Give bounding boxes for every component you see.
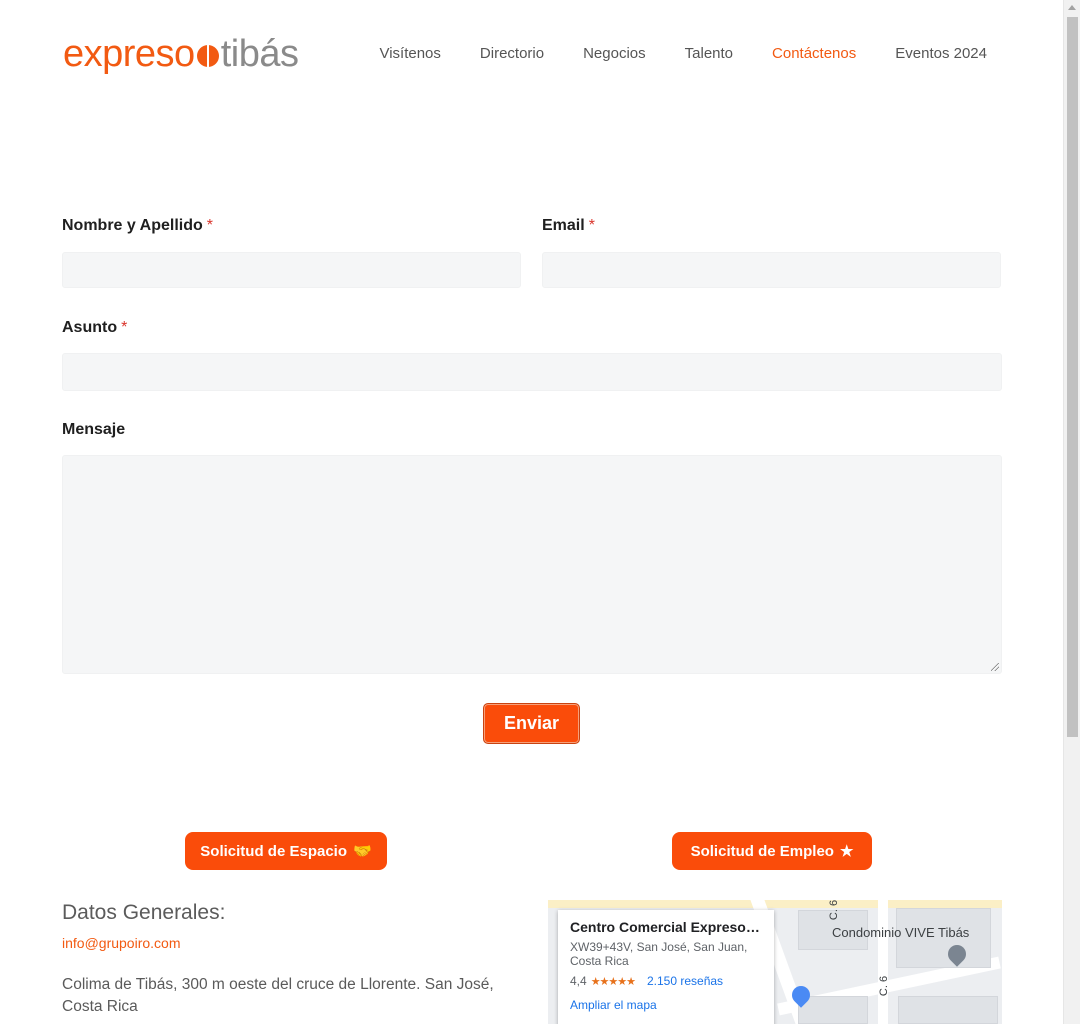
map-area	[548, 900, 1002, 908]
vertical-scrollbar[interactable]	[1063, 0, 1080, 1024]
message-label: Mensaje	[62, 421, 125, 439]
general-data-heading: Datos Generales:	[62, 901, 226, 924]
name-label: Nombre y Apellido *	[62, 217, 213, 235]
logo-mark-icon	[196, 45, 219, 67]
email-label: Email *	[542, 217, 595, 235]
space-request-label: Solicitud de Espacio	[200, 842, 347, 860]
nav-item-directorio[interactable]: Directorio	[480, 45, 544, 62]
nav-item-talento[interactable]: Talento	[685, 45, 733, 62]
nav-item-contactenos[interactable]: Contáctenos	[772, 45, 856, 62]
map-road	[878, 900, 888, 1024]
subject-input[interactable]	[62, 353, 1002, 391]
job-request-label: Solicitud de Empleo	[690, 842, 834, 860]
nav-item-eventos[interactable]: Eventos 2024	[895, 45, 987, 62]
nav-item-visitenos[interactable]: Visítenos	[379, 45, 440, 62]
message-textarea[interactable]	[62, 455, 1002, 674]
space-request-button[interactable]: Solicitud de Espacio 🤝	[185, 832, 387, 870]
nav-item-negocios[interactable]: Negocios	[583, 45, 646, 62]
subject-label: Asunto *	[62, 319, 127, 337]
site-logo[interactable]: expreso tibás	[63, 30, 299, 78]
handshake-icon: 🤝	[353, 843, 372, 860]
map-street-label: C. 6	[878, 975, 891, 997]
map-place-card: Centro Comercial Expreso Tib… XW39+43V, …	[558, 910, 774, 1024]
required-mark: *	[121, 319, 128, 336]
subject-label-text: Asunto	[62, 319, 118, 336]
scroll-up-arrow-icon[interactable]	[1068, 5, 1076, 10]
map-rating-value: 4,4	[570, 974, 587, 988]
submit-button[interactable]: Enviar	[483, 703, 580, 744]
star-icon: ★	[839, 843, 854, 860]
map-enlarge-link[interactable]: Ampliar el mapa	[570, 998, 762, 1012]
email-input[interactable]	[542, 252, 1001, 288]
logo-text-expreso: expreso	[63, 32, 195, 75]
map-rating-row: 4,4 ★★★★★ 2.150 reseñas	[570, 974, 762, 988]
main-nav: Visítenos Directorio Negocios Talento Co…	[340, 45, 987, 62]
page: expreso tibás Visítenos Directorio Negoc…	[0, 0, 1063, 1024]
scrollbar-thumb[interactable]	[1067, 17, 1078, 737]
map-block	[898, 996, 998, 1024]
map-place-name: Centro Comercial Expreso Tib…	[570, 919, 762, 935]
rating-stars-icon: ★★★★★	[590, 975, 636, 988]
map-label-condo: Condominio VIVE Tibás	[832, 925, 970, 940]
map-reviews-link[interactable]: 2.150 reseñas	[647, 974, 723, 988]
logo-text-tibas: tibás	[220, 32, 299, 75]
message-label-text: Mensaje	[62, 421, 126, 438]
embedded-map[interactable]: Condominio VIVE Tibás C. 6 C. 6 Centro C…	[548, 900, 1002, 1024]
contact-email-link[interactable]: info@grupoiro.com	[62, 935, 181, 951]
job-request-button[interactable]: Solicitud de Empleo ★	[672, 832, 872, 870]
name-input[interactable]	[62, 252, 521, 288]
required-mark: *	[206, 217, 213, 234]
map-place-address: XW39+43V, San José, San Juan, Costa Rica	[570, 940, 748, 968]
map-block	[798, 996, 868, 1024]
name-label-text: Nombre y Apellido	[62, 217, 203, 234]
address-text: Colima de Tibás, 300 m oeste del cruce d…	[62, 976, 494, 1015]
email-label-text: Email	[542, 217, 585, 234]
map-street-label: C. 6	[828, 900, 841, 921]
resize-handle-icon[interactable]	[991, 663, 999, 671]
required-mark: *	[588, 217, 595, 234]
